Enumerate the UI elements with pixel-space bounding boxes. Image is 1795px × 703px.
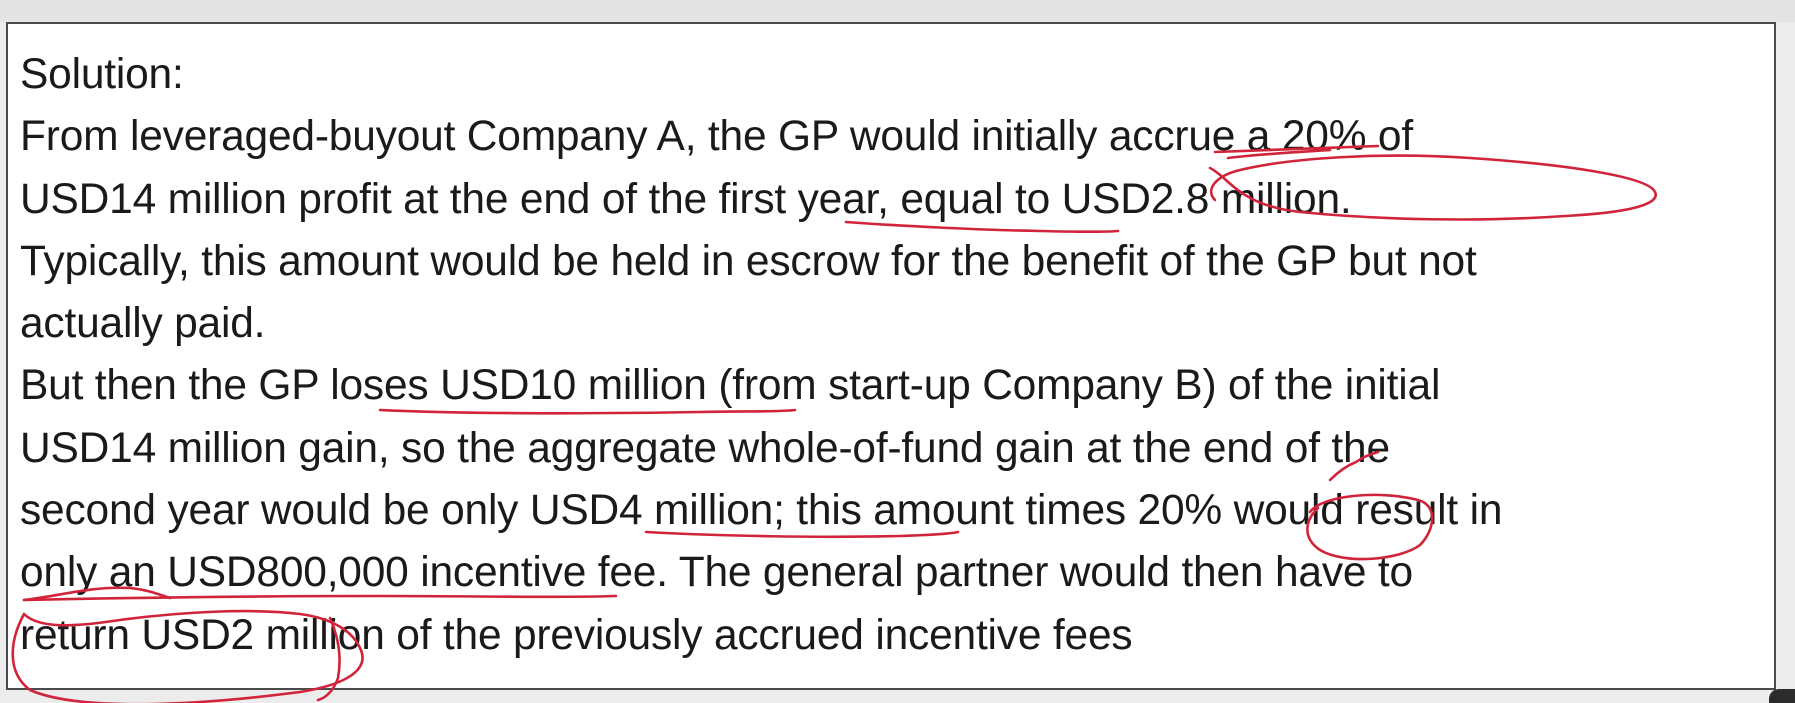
solution-text: Solution: From leveraged-buyout Company …: [20, 44, 1502, 667]
solution-heading: Solution:: [20, 51, 184, 98]
text-line: only an USD800,000 incentive fee. The ge…: [20, 549, 1413, 597]
text-line: From leveraged-buyout Company A, the GP …: [20, 113, 1413, 161]
text-line: USD14 million gain, so the aggregate who…: [20, 424, 1390, 472]
text-line: return USD2 million of the previously ac…: [20, 611, 1133, 659]
corner-tab: [1769, 689, 1795, 703]
text-line: But then the GP loses USD10 million (fro…: [20, 362, 1441, 410]
text-line: Typically, this amount would be held in …: [20, 237, 1477, 285]
text-line: second year would be only USD4 million; …: [20, 487, 1503, 535]
slide-page: Solution: From leveraged-buyout Company …: [0, 0, 1795, 703]
text-line: USD14 million profit at the end of the f…: [20, 175, 1352, 223]
top-strip: [0, 0, 1795, 22]
text-line: actually paid.: [20, 300, 266, 348]
